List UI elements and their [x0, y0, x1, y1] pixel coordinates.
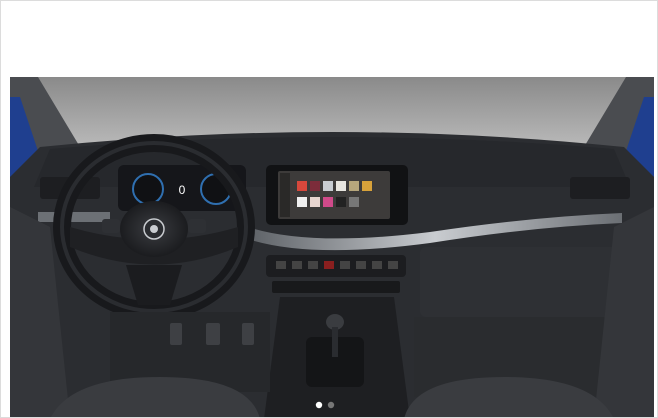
- pedal-1: [170, 323, 182, 345]
- gallery-frame: 0: [0, 0, 658, 418]
- dashboard-illustration: 0: [10, 77, 654, 417]
- speedo-dial-left: [132, 173, 164, 205]
- center-vents: [272, 281, 400, 293]
- left-trim: [38, 212, 110, 222]
- infotainment-side-bar: [280, 173, 290, 217]
- infotainment-display: [278, 171, 390, 219]
- center-control-panel: [266, 255, 406, 277]
- cluster-speed: 0: [179, 183, 186, 197]
- slider-dot-active: [315, 401, 323, 409]
- slider-dot: [327, 401, 335, 409]
- gear-stick: [332, 327, 338, 357]
- pedal-3: [242, 323, 254, 345]
- pedal-2: [206, 323, 220, 345]
- car-interior-photo[interactable]: 0: [10, 77, 654, 417]
- right-air-vent: [570, 177, 630, 199]
- glovebox: [420, 247, 620, 317]
